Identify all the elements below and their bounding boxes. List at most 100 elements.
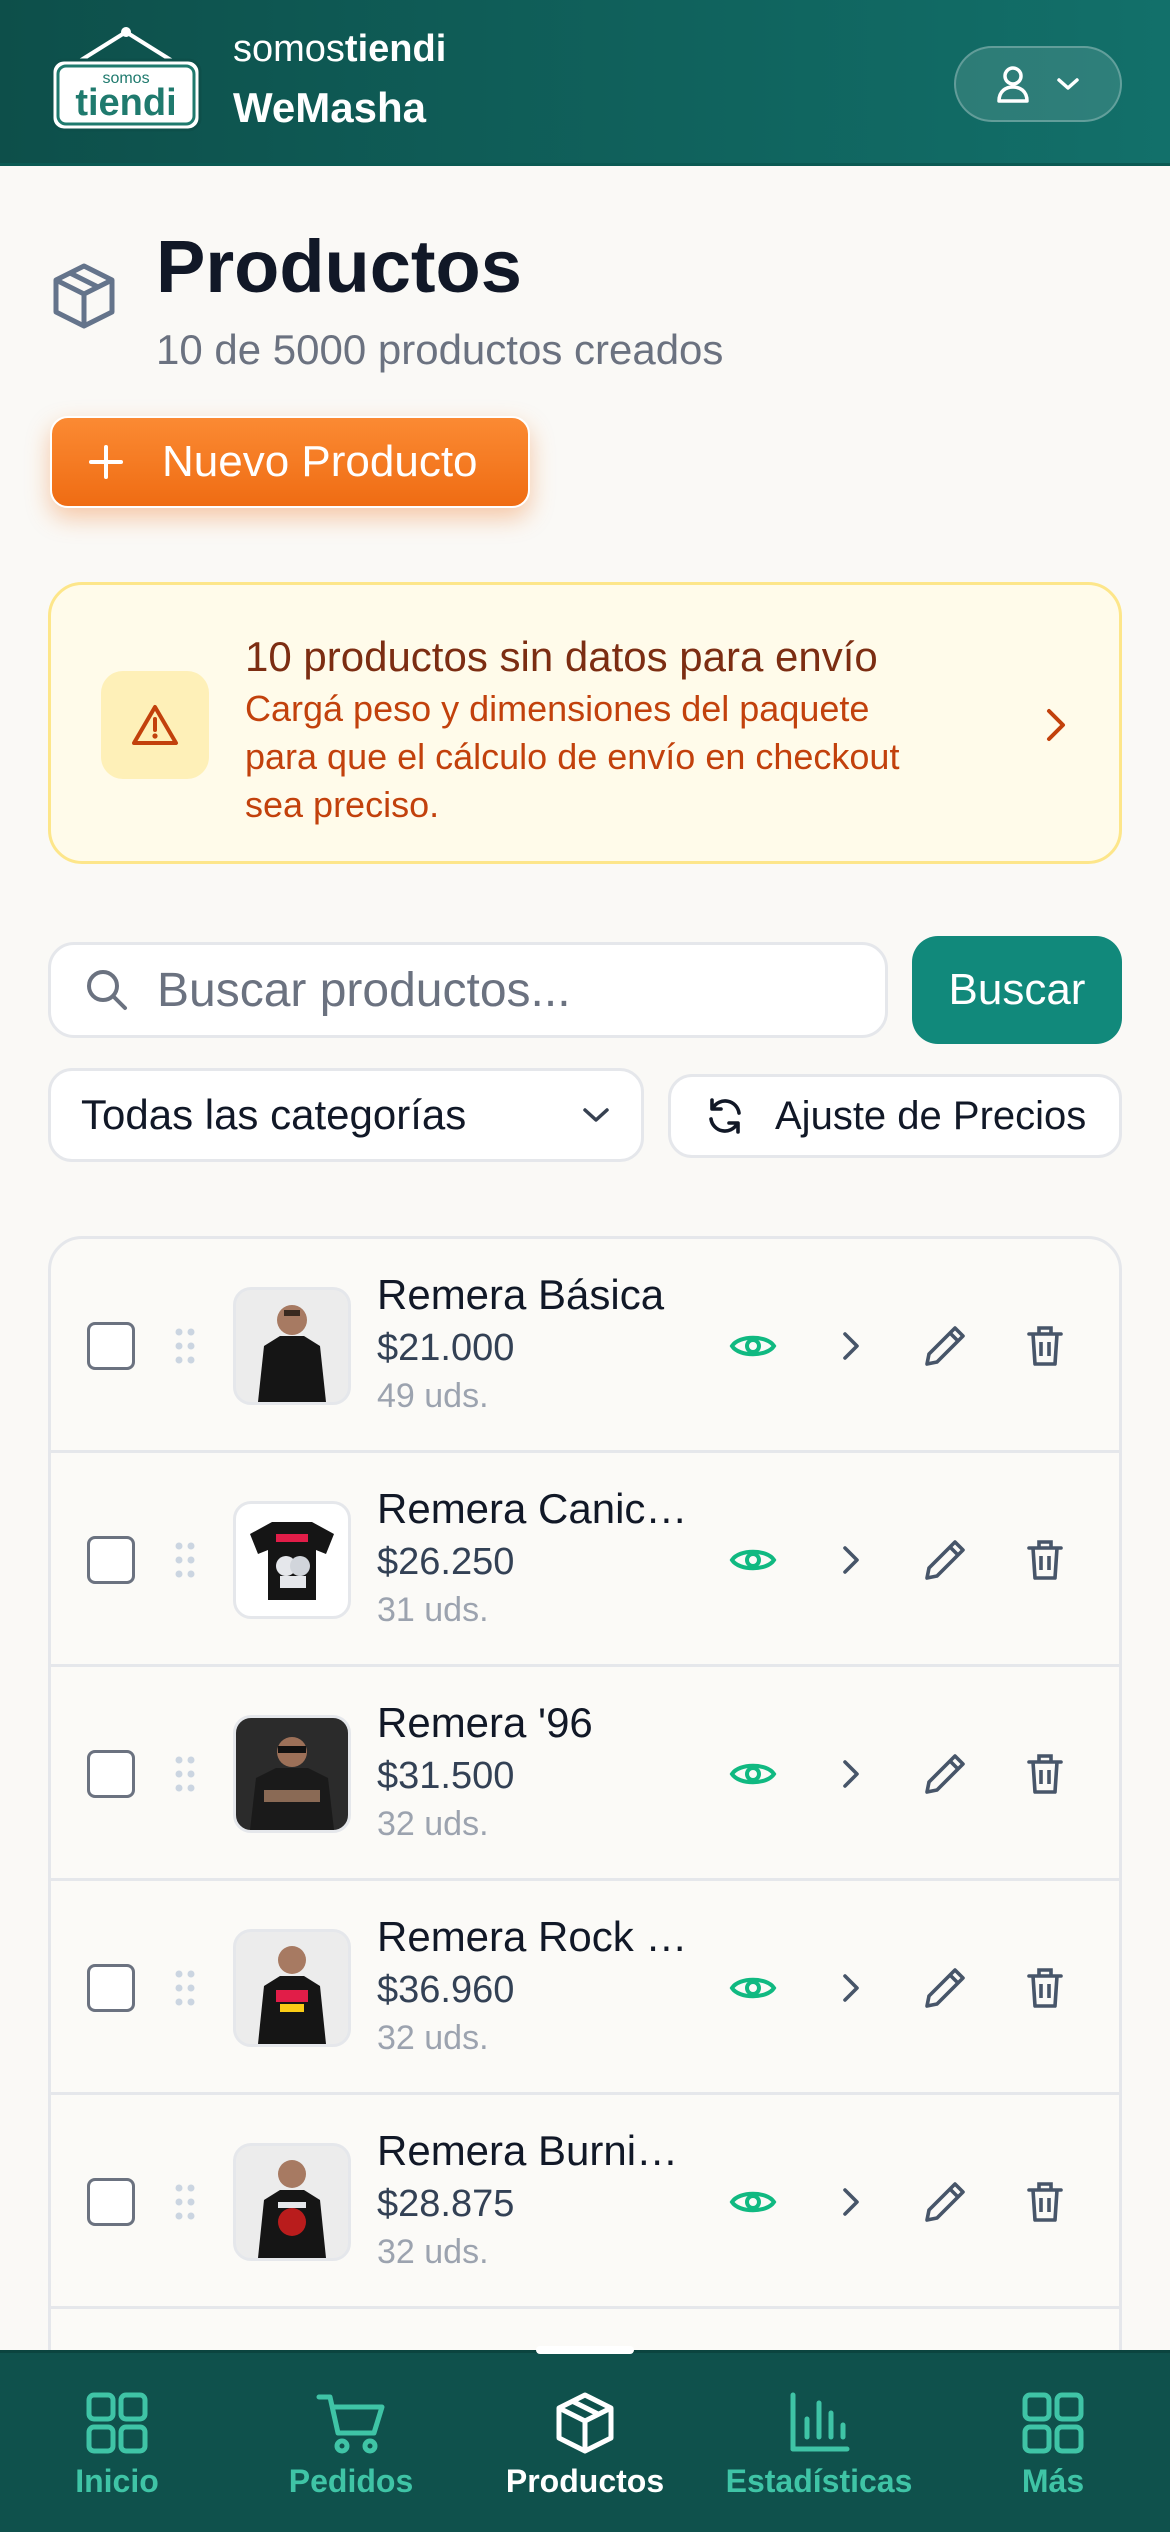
bottom-navigation: Inicio Pedidos Productos Estadísticas Má… [0,2350,1170,2532]
product-list: Remera Básica $21.000 49 uds. Remera Can… [48,1236,1122,2532]
product-stock: 32 uds. [377,2233,489,2271]
product-row[interactable]: Remera Básica $21.000 49 uds. [51,1239,1119,1453]
nav-item-productos[interactable]: Productos [468,2353,702,2532]
drag-handle-icon[interactable] [173,1540,197,1580]
price-adjust-label: Ajuste de Precios [775,1093,1087,1138]
product-thumbnail[interactable] [233,2143,351,2261]
product-row[interactable]: Remera Canic… $26.250 31 uds. [51,1453,1119,1667]
trash-icon [1027,1968,1063,2008]
eye-icon [729,2191,777,2213]
product-row[interactable]: Remera '96 $31.500 32 uds. [51,1667,1119,1881]
delete-button[interactable] [1017,1532,1073,1588]
eye-icon [729,1549,777,1571]
drag-handle-icon[interactable] [173,1326,197,1366]
delete-button[interactable] [1017,2174,1073,2230]
nav-item-mas[interactable]: Más [936,2353,1170,2532]
drag-handle-icon[interactable] [173,1968,197,2008]
select-checkbox[interactable] [87,1750,135,1798]
expand-button[interactable] [823,2174,879,2230]
view-button[interactable] [725,1960,781,2016]
expand-button[interactable] [823,1746,879,1802]
chevron-right-icon [843,1546,859,1574]
product-count-subtitle: 10 de 5000 productos creados [156,326,724,373]
product-price: $31.500 [377,1755,515,1797]
product-thumbnail[interactable] [233,1715,351,1833]
product-name: Remera Burni… [377,2127,679,2174]
user-icon [997,66,1029,103]
logo-big-text: tiendi [75,82,177,124]
product-price: $36.960 [377,1969,515,2011]
product-name: Remera Canic… [377,1485,688,1532]
product-thumbnail[interactable] [233,1287,351,1405]
product-stock: 31 uds. [377,1591,489,1629]
pencil-icon [925,2182,965,2222]
product-name: Remera '96 [377,1699,593,1746]
chevron-down-icon [1057,78,1079,90]
search-field[interactable] [48,942,888,1038]
product-row[interactable]: Remera Rock … $36.960 32 uds. [51,1881,1119,2095]
view-button[interactable] [725,1532,781,1588]
expand-button[interactable] [823,1960,879,2016]
edit-button[interactable] [917,1960,973,2016]
trash-icon [1027,1754,1063,1794]
warning-text: Cargá peso y dimensiones del paquete par… [245,688,900,825]
expand-button[interactable] [823,1532,879,1588]
eye-icon [729,1763,777,1785]
view-button[interactable] [725,2174,781,2230]
drag-handle-icon[interactable] [173,1754,197,1794]
edit-button[interactable] [917,1318,973,1374]
nav-item-inicio[interactable]: Inicio [0,2353,234,2532]
select-checkbox[interactable] [87,1536,135,1584]
chevron-right-icon [843,1974,859,2002]
select-checkbox[interactable] [87,1964,135,2012]
delete-button[interactable] [1017,1960,1073,2016]
view-button[interactable] [725,1318,781,1374]
new-product-button[interactable]: Nuevo Producto [50,416,530,508]
product-price: $21.000 [377,1327,515,1369]
select-checkbox[interactable] [87,2178,135,2226]
product-thumbnail[interactable] [233,1501,351,1619]
page-title: Productos [156,225,522,308]
nav-label: Productos [505,2463,665,2499]
product-row[interactable]: Remera Burni… $28.875 32 uds. [51,2095,1119,2309]
tiendi-logo[interactable]: somos tiendi [48,26,204,136]
nav-label: Inicio [75,2463,159,2499]
pencil-icon [925,1968,965,2008]
delete-button[interactable] [1017,1746,1073,1802]
category-select[interactable]: Todas las categorías [48,1068,644,1162]
warning-icon-box [101,671,209,779]
warning-icon [132,705,178,745]
product-name: Remera Rock … [377,1913,688,1960]
select-checkbox[interactable] [87,1322,135,1370]
nav-item-pedidos[interactable]: Pedidos [234,2353,468,2532]
drag-handle-icon[interactable] [173,2182,197,2222]
edit-button[interactable] [917,1532,973,1588]
chevron-right-icon [1047,709,1065,741]
bar-chart-icon [790,2392,850,2452]
brand-suffix: tiendi [344,28,447,70]
grid-icon [86,2392,148,2454]
search-input[interactable] [157,962,857,1018]
product-name: Remera Básica [377,1271,665,1318]
trash-icon [1027,1540,1063,1580]
trash-icon [1027,1326,1063,1366]
product-price: $26.250 [377,1541,515,1583]
edit-button[interactable] [917,1746,973,1802]
expand-button[interactable] [823,1318,879,1374]
search-button[interactable]: Buscar [912,936,1122,1044]
nav-label: Más [1021,2463,1085,2499]
shipping-warning-card[interactable]: 10 productos sin datos para envío Cargá … [48,582,1122,864]
product-thumbnail[interactable] [233,1929,351,2047]
edit-button[interactable] [917,2174,973,2230]
user-menu-button[interactable] [954,46,1122,122]
pencil-icon [925,1540,965,1580]
pencil-icon [925,1754,965,1794]
eye-icon [729,1977,777,1999]
delete-button[interactable] [1017,1318,1073,1374]
product-stock: 32 uds. [377,2019,489,2057]
view-button[interactable] [725,1746,781,1802]
search-icon [87,970,127,1010]
chevron-right-icon [843,1332,859,1360]
price-adjust-button[interactable]: Ajuste de Precios [668,1074,1122,1158]
nav-item-estadisticas[interactable]: Estadísticas [702,2353,936,2532]
